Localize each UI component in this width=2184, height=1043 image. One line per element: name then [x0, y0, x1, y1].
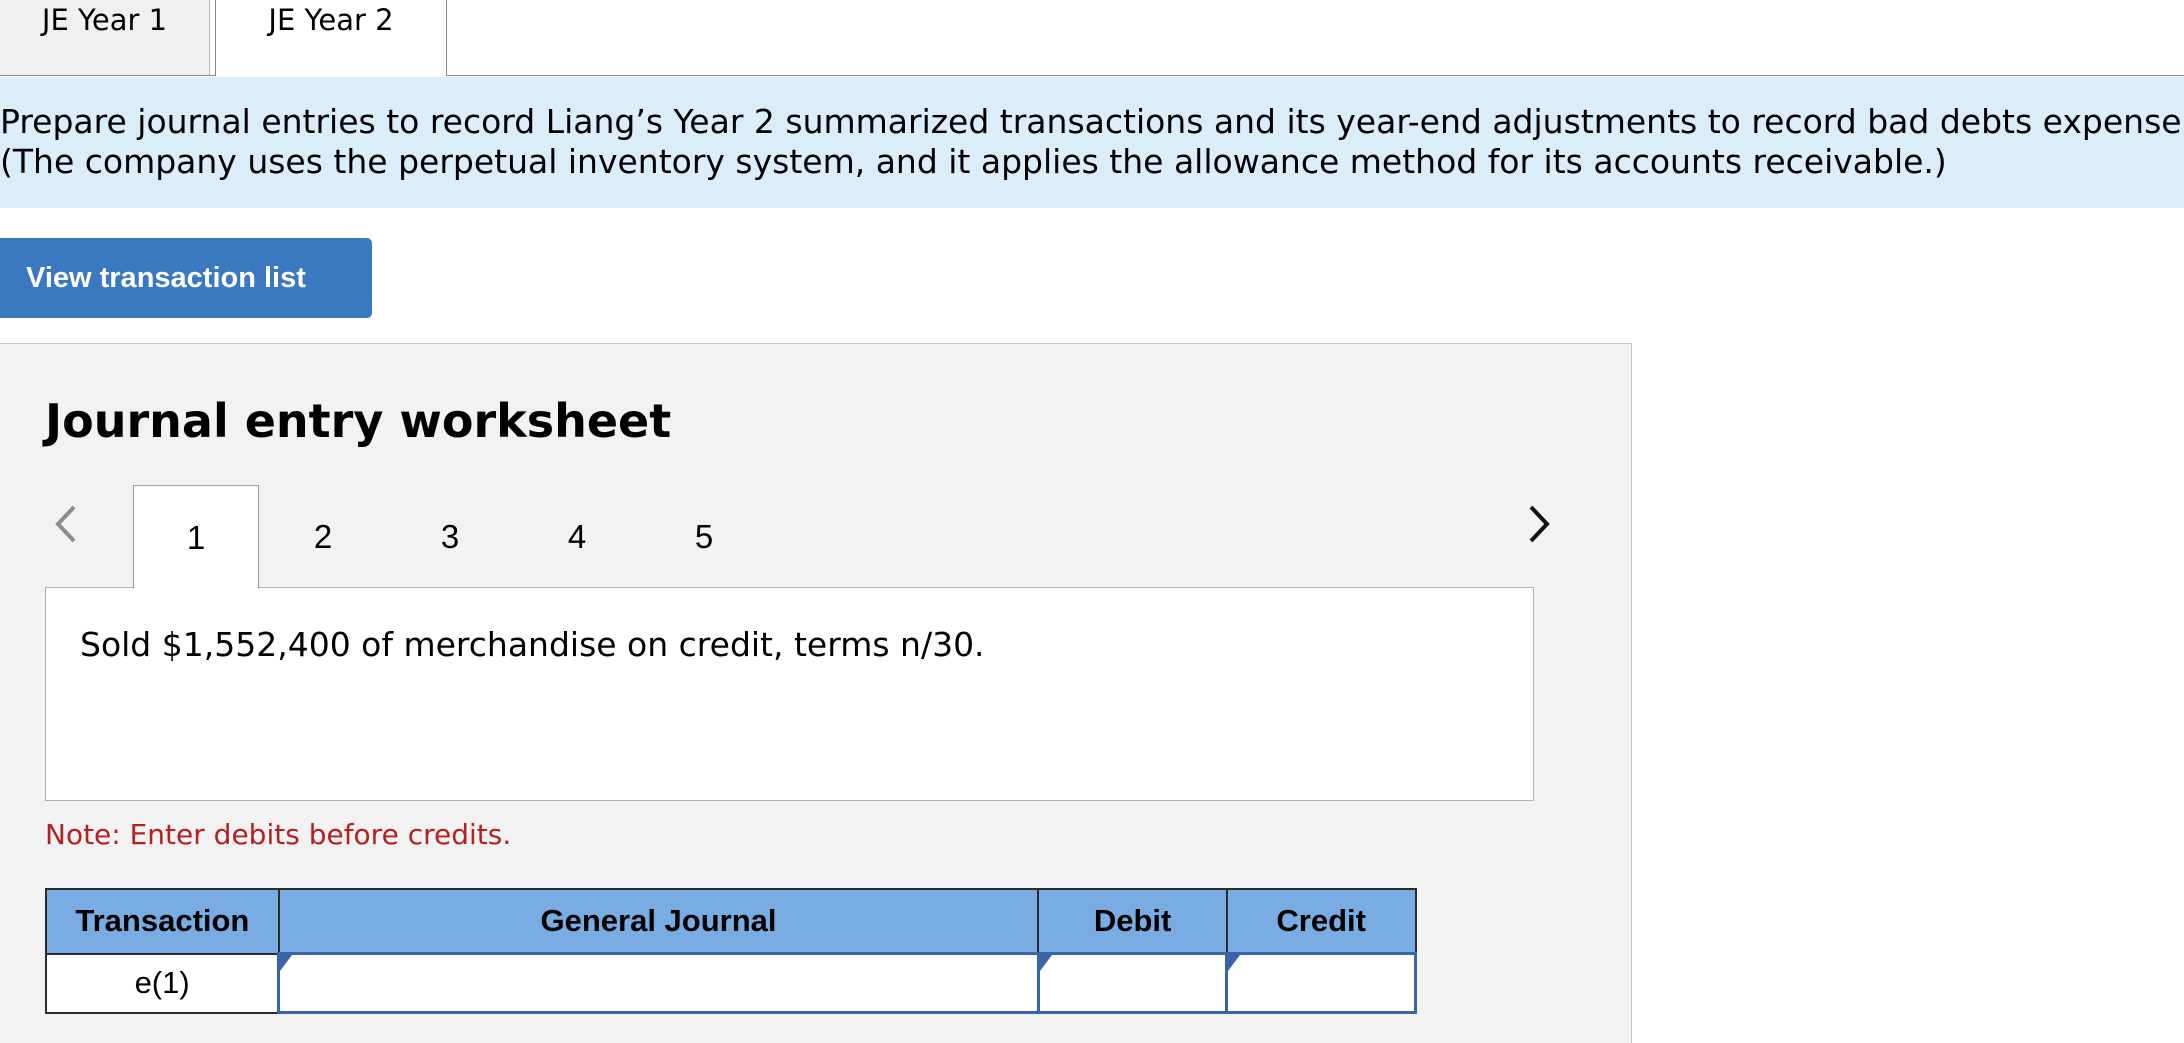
step-tab-4[interactable]: 4: [514, 485, 640, 588]
step-tab-1[interactable]: 1: [133, 485, 259, 589]
step-tab-3[interactable]: 3: [387, 485, 513, 588]
tab-je-year-2[interactable]: JE Year 2: [215, 0, 447, 76]
description-text: Sold $1,552,400 of merchandise on credit…: [80, 625, 985, 664]
journal-entry-worksheet: Journal entry worksheet 1 2 3 4 5 Sold $…: [0, 343, 1632, 1043]
step-tab-5[interactable]: 5: [641, 485, 767, 588]
step-tab-2[interactable]: 2: [260, 485, 386, 588]
entry-note: Note: Enter debits before credits.: [45, 818, 512, 851]
view-transaction-list-button[interactable]: View transaction list: [0, 238, 372, 318]
general-journal-input[interactable]: [277, 952, 1040, 1014]
table-header-row: Transaction General Journal Debit Credit: [45, 888, 1417, 955]
worksheet-title: Journal entry worksheet: [45, 394, 672, 448]
step-label: 5: [694, 517, 714, 555]
tab-je-year-1[interactable]: JE Year 1: [0, 0, 210, 75]
instructions-line-1: Prepare journal entries to record Liang’…: [0, 102, 2184, 141]
header-credit: Credit: [1225, 888, 1417, 955]
step-label: 3: [440, 517, 460, 555]
top-tab-bar: JE Year 1 JE Year 2: [0, 0, 2184, 76]
chevron-right-icon[interactable]: [1525, 499, 1555, 549]
journal-table: Transaction General Journal Debit Credit…: [45, 888, 1417, 1014]
table-row: e(1): [45, 952, 1417, 1014]
credit-input[interactable]: [1225, 952, 1417, 1014]
step-label: 4: [567, 517, 587, 555]
transaction-cell: e(1): [45, 952, 280, 1014]
instructions-line-2: (The company uses the perpetual inventor…: [0, 142, 1947, 181]
button-label: View transaction list: [26, 261, 306, 294]
header-transaction: Transaction: [45, 888, 280, 955]
instructions-banner: Prepare journal entries to record Liang’…: [0, 77, 2184, 208]
tab-label: JE Year 1: [41, 3, 168, 37]
step-label: 2: [313, 517, 333, 555]
header-debit: Debit: [1037, 888, 1228, 955]
debit-input[interactable]: [1036, 952, 1229, 1014]
chevron-left-icon[interactable]: [50, 499, 80, 549]
header-general-journal: General Journal: [277, 888, 1040, 955]
tab-label: JE Year 2: [268, 3, 394, 37]
step-label: 1: [186, 518, 206, 556]
transaction-description: Sold $1,552,400 of merchandise on credit…: [45, 587, 1534, 801]
